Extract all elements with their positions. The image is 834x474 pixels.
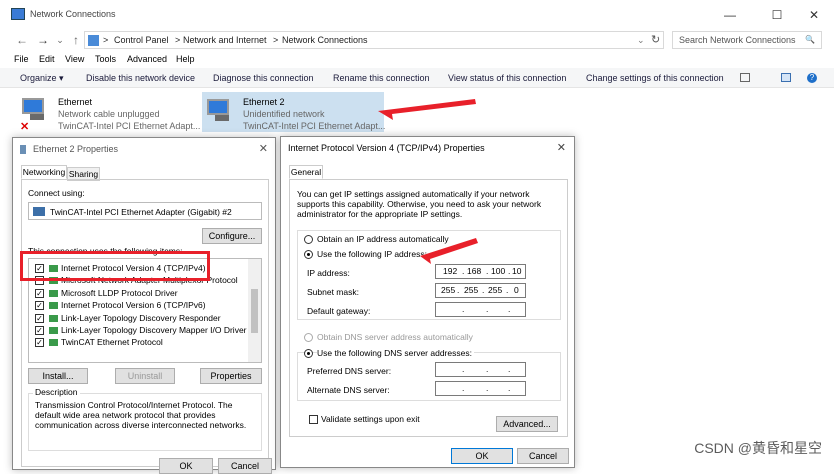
arrow-annotation <box>420 238 478 264</box>
arrow-annotation <box>378 99 476 120</box>
watermark: CSDN @黄昏和星空 <box>694 440 822 456</box>
annotation-arrows <box>378 99 478 264</box>
